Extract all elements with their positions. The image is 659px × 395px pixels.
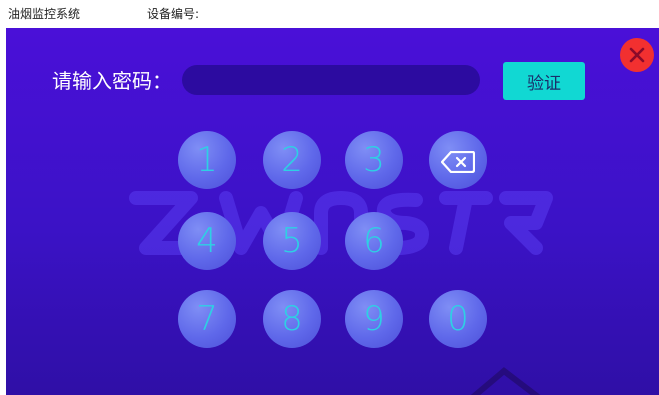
device-number-label: 设备编号:: [147, 7, 200, 21]
key-6[interactable]: 6: [345, 212, 403, 270]
key-5[interactable]: 5: [263, 212, 321, 270]
key-2[interactable]: 2: [263, 131, 321, 189]
key-3[interactable]: 3: [345, 131, 403, 189]
key-4[interactable]: 4: [178, 212, 236, 270]
key-8[interactable]: 8: [263, 290, 321, 348]
backspace-icon: [440, 150, 476, 173]
close-icon: [629, 47, 645, 63]
key-7[interactable]: 7: [178, 290, 236, 348]
top-bar: 油烟监控系统 设备编号:: [0, 0, 659, 28]
verify-button[interactable]: 验证: [503, 62, 585, 100]
close-button[interactable]: [620, 38, 654, 72]
backspace-button[interactable]: [429, 131, 487, 189]
password-input[interactable]: [182, 65, 480, 95]
key-1[interactable]: 1: [178, 131, 236, 189]
password-panel: 请输入密码： 验证 1 2 3 4 5 6 7 8 9 0: [6, 28, 659, 395]
key-0[interactable]: 0: [429, 290, 487, 348]
password-label: 请输入密码：: [52, 69, 172, 93]
decor-shape: [470, 367, 541, 395]
key-9[interactable]: 9: [345, 290, 403, 348]
app-title: 油烟监控系统: [8, 7, 81, 21]
